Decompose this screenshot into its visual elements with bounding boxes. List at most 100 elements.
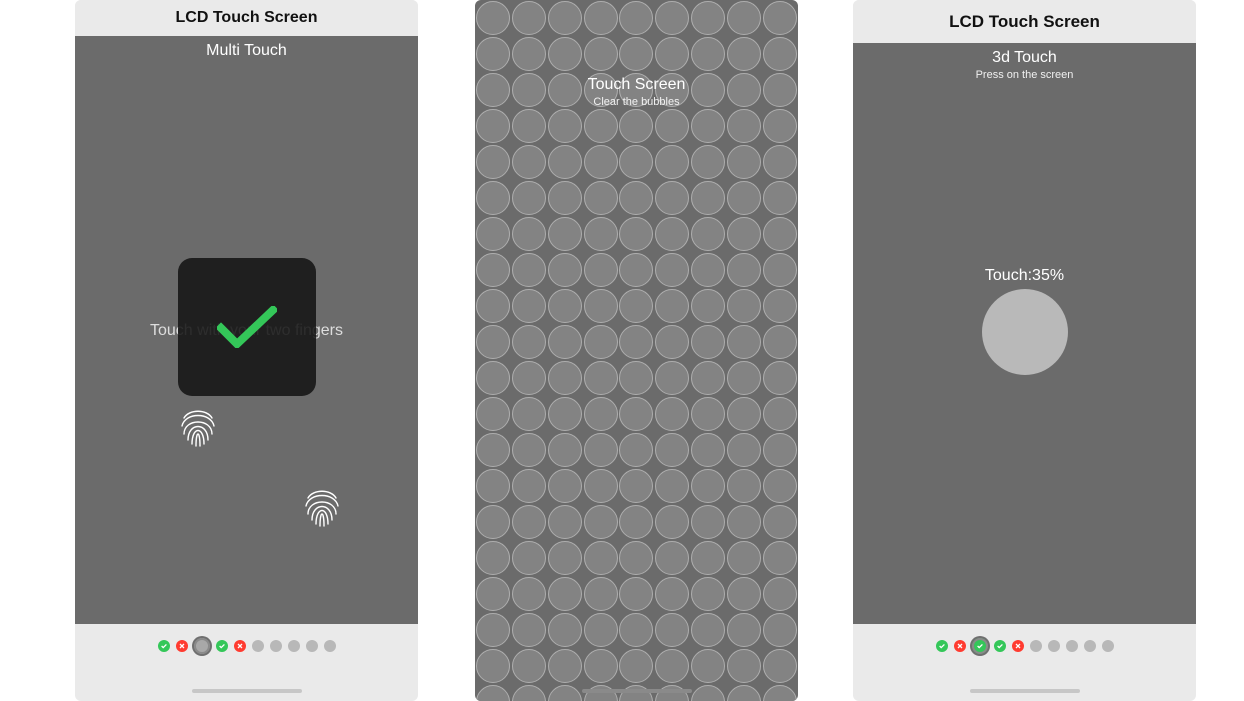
bubble[interactable] (619, 289, 653, 323)
bubble[interactable] (763, 73, 797, 107)
bubble[interactable] (512, 541, 546, 575)
bubble[interactable] (727, 649, 761, 683)
test-canvas-3dtouch[interactable]: 3d Touch Press on the screen Touch:35% (853, 43, 1196, 624)
bubble[interactable] (512, 109, 546, 143)
bubble[interactable] (691, 397, 725, 431)
bubble[interactable] (763, 289, 797, 323)
bubble[interactable] (584, 541, 618, 575)
bubble[interactable] (548, 145, 582, 179)
bubble[interactable] (548, 361, 582, 395)
bubble[interactable] (584, 649, 618, 683)
bubble[interactable] (691, 649, 725, 683)
bubble[interactable] (691, 217, 725, 251)
bubble[interactable] (476, 649, 510, 683)
bubble[interactable] (512, 1, 546, 35)
test-canvas-multitouch[interactable]: Multi Touch Touch with your two fingers (75, 36, 418, 624)
bubble[interactable] (548, 577, 582, 611)
bubble[interactable] (727, 325, 761, 359)
bubble[interactable] (548, 181, 582, 215)
bubble[interactable] (476, 145, 510, 179)
bubble[interactable] (727, 613, 761, 647)
bubble[interactable] (655, 325, 689, 359)
bubble[interactable] (548, 433, 582, 467)
bubble[interactable] (763, 469, 797, 503)
bubble[interactable] (655, 613, 689, 647)
bubble[interactable] (476, 505, 510, 539)
bubble[interactable] (727, 37, 761, 71)
bubble[interactable] (691, 433, 725, 467)
bubble[interactable] (548, 541, 582, 575)
bubble[interactable] (584, 433, 618, 467)
bubble[interactable] (512, 649, 546, 683)
bubble[interactable] (584, 685, 618, 701)
bubble[interactable] (727, 289, 761, 323)
bubble[interactable] (584, 145, 618, 179)
bubble[interactable] (548, 217, 582, 251)
bubble[interactable] (655, 361, 689, 395)
bubble[interactable] (763, 649, 797, 683)
bubble[interactable] (512, 361, 546, 395)
bubble[interactable] (476, 253, 510, 287)
bubble[interactable] (655, 433, 689, 467)
bubble[interactable] (619, 685, 653, 701)
bubble[interactable] (584, 1, 618, 35)
bubble[interactable] (476, 433, 510, 467)
bubble[interactable] (512, 613, 546, 647)
bubble[interactable] (655, 217, 689, 251)
bubble[interactable] (548, 397, 582, 431)
bubble[interactable] (584, 361, 618, 395)
bubble[interactable] (476, 577, 510, 611)
bubble[interactable] (763, 505, 797, 539)
bubble[interactable] (476, 109, 510, 143)
bubble[interactable] (476, 37, 510, 71)
bubble[interactable] (655, 181, 689, 215)
bubble[interactable] (619, 397, 653, 431)
bubble[interactable] (727, 217, 761, 251)
bubble[interactable] (691, 289, 725, 323)
bubble[interactable] (727, 1, 761, 35)
bubble[interactable] (512, 469, 546, 503)
bubble[interactable] (619, 181, 653, 215)
bubble[interactable] (727, 109, 761, 143)
bubble[interactable] (727, 145, 761, 179)
bubble[interactable] (512, 325, 546, 359)
bubble[interactable] (727, 577, 761, 611)
bubble[interactable] (691, 181, 725, 215)
bubble[interactable] (584, 613, 618, 647)
bubble[interactable] (763, 253, 797, 287)
bubble[interactable] (763, 433, 797, 467)
bubble[interactable] (548, 289, 582, 323)
bubble[interactable] (619, 145, 653, 179)
bubble[interactable] (476, 1, 510, 35)
bubble[interactable] (476, 325, 510, 359)
bubble[interactable] (727, 253, 761, 287)
bubble[interactable] (512, 253, 546, 287)
bubble[interactable] (584, 289, 618, 323)
bubble[interactable] (548, 73, 582, 107)
bubble[interactable] (763, 181, 797, 215)
bubble[interactable] (619, 325, 653, 359)
bubble[interactable] (512, 37, 546, 71)
bubble[interactable] (691, 541, 725, 575)
bubble[interactable] (584, 109, 618, 143)
bubble[interactable] (619, 577, 653, 611)
bubble[interactable] (476, 361, 510, 395)
bubble[interactable] (476, 613, 510, 647)
bubble[interactable] (691, 37, 725, 71)
bubble[interactable] (619, 1, 653, 35)
bubble[interactable] (476, 181, 510, 215)
bubble[interactable] (512, 145, 546, 179)
bubble[interactable] (763, 325, 797, 359)
bubble[interactable] (512, 181, 546, 215)
bubble[interactable] (727, 541, 761, 575)
bubble[interactable] (548, 613, 582, 647)
bubble[interactable] (655, 73, 689, 107)
bubble[interactable] (619, 505, 653, 539)
bubble[interactable] (691, 1, 725, 35)
bubble[interactable] (655, 469, 689, 503)
bubble[interactable] (763, 613, 797, 647)
bubble[interactable] (584, 217, 618, 251)
bubble[interactable] (584, 73, 618, 107)
bubble[interactable] (476, 469, 510, 503)
bubble[interactable] (763, 109, 797, 143)
